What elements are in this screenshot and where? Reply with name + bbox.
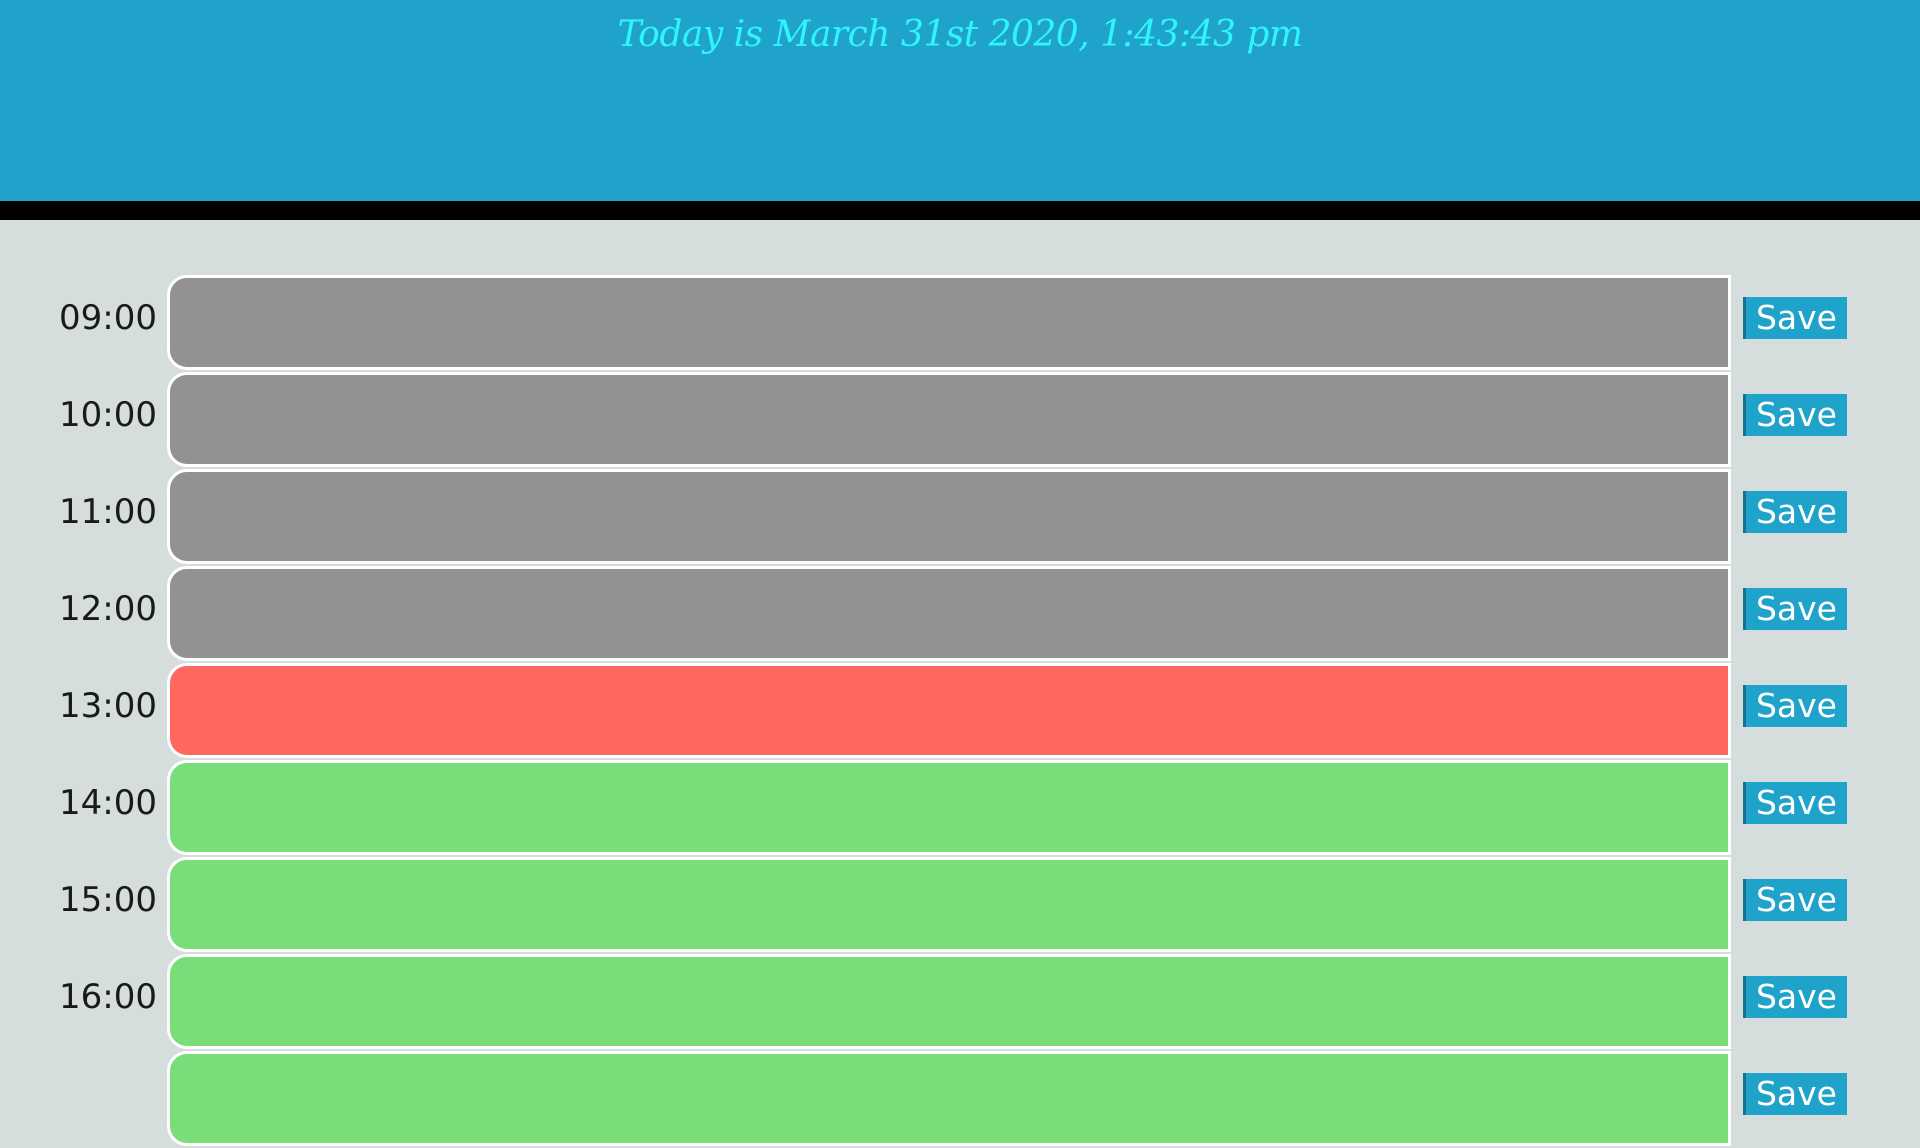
save-button[interactable]: Save	[1743, 297, 1847, 339]
event-field[interactable]	[167, 1051, 1731, 1146]
time-block-row: Save	[0, 1051, 1920, 1148]
event-field[interactable]	[167, 372, 1731, 467]
hour-label: 12:00	[59, 589, 157, 629]
time-block-row: 11:00 Save	[0, 469, 1920, 566]
event-field[interactable]	[167, 954, 1731, 1049]
event-field[interactable]	[167, 566, 1731, 661]
save-button[interactable]: Save	[1743, 976, 1847, 1018]
hour-label: 11:00	[59, 492, 157, 532]
time-block-schedule: 09:00 Save 10:00 Save 11:00 Save 12:00 S…	[0, 275, 1920, 1148]
save-button[interactable]: Save	[1743, 685, 1847, 727]
event-field[interactable]	[167, 663, 1731, 758]
current-date-display: Today is March 31st 2020, 1:43:43 pm	[617, 14, 1303, 55]
time-block-row: 12:00 Save	[0, 566, 1920, 663]
save-button[interactable]: Save	[1743, 588, 1847, 630]
save-button[interactable]: Save	[1743, 1073, 1847, 1115]
hour-label: 09:00	[59, 298, 157, 338]
event-field[interactable]	[167, 760, 1731, 855]
hour-label: 16:00	[59, 977, 157, 1017]
hour-label: 14:00	[59, 783, 157, 823]
save-button[interactable]: Save	[1743, 491, 1847, 533]
save-button[interactable]: Save	[1743, 394, 1847, 436]
time-block-row: 16:00 Save	[0, 954, 1920, 1051]
save-button[interactable]: Save	[1743, 782, 1847, 824]
time-block-row: 13:00 Save	[0, 663, 1920, 760]
hour-label: 10:00	[59, 395, 157, 435]
time-block-row: 15:00 Save	[0, 857, 1920, 954]
save-button[interactable]: Save	[1743, 879, 1847, 921]
event-field[interactable]	[167, 469, 1731, 564]
hour-label: 13:00	[59, 686, 157, 726]
page-header: Today is March 31st 2020, 1:43:43 pm	[0, 0, 1920, 220]
time-block-row: 14:00 Save	[0, 760, 1920, 857]
time-block-row: 09:00 Save	[0, 275, 1920, 372]
event-field[interactable]	[167, 275, 1731, 370]
event-field[interactable]	[167, 857, 1731, 952]
time-block-row: 10:00 Save	[0, 372, 1920, 469]
hour-label: 15:00	[59, 880, 157, 920]
hour-label	[0, 1051, 157, 1148]
